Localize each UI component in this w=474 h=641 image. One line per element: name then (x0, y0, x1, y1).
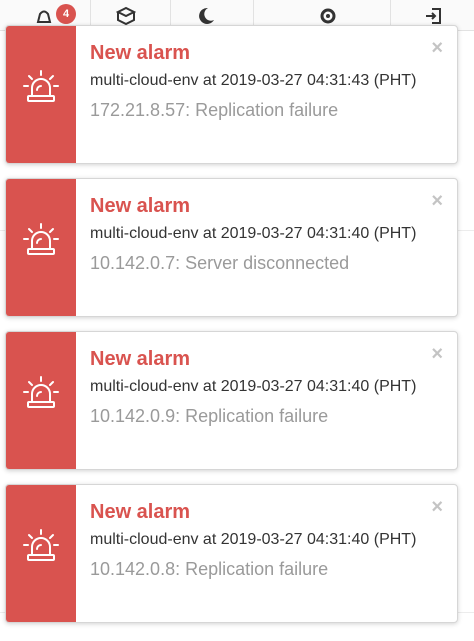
alarm-sidebar (6, 485, 76, 622)
siren-icon (23, 70, 59, 102)
notification-meta: multi-cloud-env at 2019-03-27 04:31:43 (… (90, 72, 417, 89)
siren-icon (23, 376, 59, 408)
alarm-count-badge: 4 (56, 4, 76, 24)
siren-icon (23, 223, 59, 255)
logout-icon[interactable] (424, 6, 444, 26)
notification-message: 10.142.0.7: Server disconnected (90, 253, 350, 273)
notification-title: New alarm (90, 501, 191, 523)
notification-title: New alarm (90, 195, 191, 217)
notification-message: 10.142.0.9: Replication failure (90, 406, 329, 426)
notification-meta: multi-cloud-env at 2019-03-27 04:31:40 (… (90, 378, 417, 395)
alarm-sidebar (6, 26, 76, 163)
notification-meta: multi-cloud-env at 2019-03-27 04:31:40 (… (90, 531, 417, 548)
close-icon[interactable]: × (431, 191, 443, 211)
siren-icon (23, 529, 59, 561)
alarm-notification[interactable]: New alarm multi-cloud-env at 2019-03-27 … (5, 331, 458, 470)
close-icon[interactable]: × (431, 38, 443, 58)
alarm-sidebar (6, 179, 76, 316)
alarm-notification[interactable]: New alarm multi-cloud-env at 2019-03-27 … (5, 178, 458, 317)
notification-meta: multi-cloud-env at 2019-03-27 04:31:40 (… (90, 225, 417, 242)
cube-icon[interactable] (116, 6, 136, 26)
moon-icon[interactable] (196, 6, 216, 26)
alarm-sidebar (6, 332, 76, 469)
notification-title: New alarm (90, 42, 191, 64)
notification-title: New alarm (90, 348, 191, 370)
alarm-notification[interactable]: New alarm multi-cloud-env at 2019-03-27 … (5, 25, 458, 164)
notification-message: 10.142.0.8: Replication failure (90, 559, 329, 579)
notification-message: 172.21.8.57: Replication failure (90, 100, 339, 120)
close-icon[interactable]: × (431, 344, 443, 364)
alarm-notification[interactable]: New alarm multi-cloud-env at 2019-03-27 … (5, 484, 458, 623)
notification-stack: New alarm multi-cloud-env at 2019-03-27 … (5, 25, 458, 637)
gear-icon[interactable] (318, 6, 338, 26)
alarm-icon[interactable] (34, 6, 54, 26)
close-icon[interactable]: × (431, 497, 443, 517)
